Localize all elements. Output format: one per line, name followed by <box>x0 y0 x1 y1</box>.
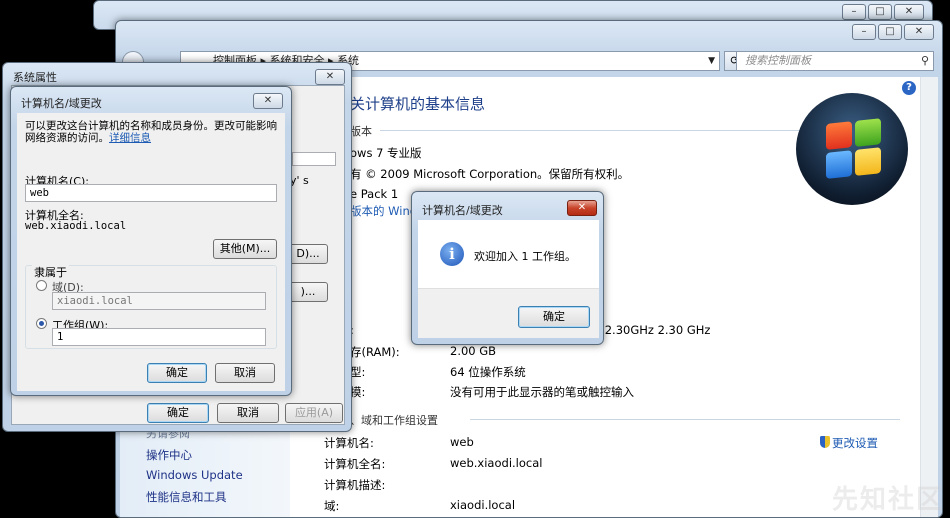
dialog-title: 计算机名/域更改 <box>422 204 503 217</box>
domain-radio[interactable] <box>36 280 47 291</box>
field <box>292 152 336 166</box>
edition-section-label: 版本 <box>350 125 372 138</box>
ok-button[interactable]: 确定 <box>518 306 590 328</box>
description-label: 计算机描述: <box>324 478 386 492</box>
ok-button[interactable]: 确定 <box>147 363 207 383</box>
member-of-group: 隶属于 域(D): xiaodi.local 工作组(W): 1 <box>25 264 277 349</box>
dialog-body: 可以更改这台计算机的名称和成员身份。更改可能影响网络资源的访问。详细信息 计算机… <box>17 113 285 391</box>
computer-name-label: 计算机名: <box>324 436 374 450</box>
welcome-message: 欢迎加入 1 工作组。 <box>474 250 576 263</box>
close-button[interactable]: ✕ <box>894 4 924 20</box>
action-center-link[interactable]: 操作中心 <box>146 447 192 463</box>
workgroup-field[interactable]: 1 <box>52 328 266 346</box>
performance-link[interactable]: 性能信息和工具 <box>146 489 227 505</box>
divider <box>470 419 900 420</box>
ram-value: 2.00 GB <box>450 344 497 358</box>
more-features-link[interactable]: 版本的 Wind <box>350 203 417 219</box>
computer-name-field[interactable]: web <box>25 184 277 202</box>
description-text: 可以更改这台计算机的名称和成员身份。更改可能影响网络资源的访问。详细信息 <box>25 120 277 144</box>
window-controls: – □ ✕ <box>842 4 924 20</box>
full-name-value: web.xiaodi.local <box>25 220 127 232</box>
page-title: 关计算机的基本信息 <box>350 95 486 113</box>
full-name-label: 计算机全名: <box>324 457 386 471</box>
close-button[interactable]: ✕ <box>904 24 934 40</box>
watermark: 先知社区 <box>831 485 944 515</box>
edition-text: ows 7 专业版 <box>350 146 422 160</box>
search-input[interactable]: 搜索控制面板 ⚲ <box>736 51 934 71</box>
pen-label: 摸: <box>350 385 366 399</box>
dialog-body: i 欢迎加入 1 工作组。 确定 <box>418 220 599 338</box>
ok-button[interactable]: 确定 <box>147 403 209 423</box>
full-name-value: web.xiaodi.local <box>450 456 543 470</box>
details-link[interactable]: 详细信息 <box>109 132 151 144</box>
windows-logo <box>796 93 908 205</box>
change-button[interactable]: )... <box>288 282 328 302</box>
partial-text: y' s <box>290 174 309 187</box>
dialog-title: 计算机名/域更改 <box>21 97 102 110</box>
domain-value: xiaodi.local <box>450 498 516 512</box>
dropdown-arrow-icon[interactable]: ▼ <box>708 52 715 70</box>
more-button[interactable]: 其他(M)... <box>213 239 277 259</box>
window-controls: – □ ✕ <box>852 24 934 40</box>
computer-name-value: web <box>450 435 474 449</box>
close-button[interactable]: ✕ <box>315 69 345 85</box>
dialog-title: 系统属性 <box>13 71 57 84</box>
main-pane: 关计算机的基本信息 版本 ows 7 专业版 有 © 2009 Microsof… <box>290 77 920 517</box>
help-icon[interactable]: ? <box>902 81 916 95</box>
service-pack-text: e Pack 1 <box>350 187 399 201</box>
scrollbar[interactable] <box>920 77 938 517</box>
welcome-message-dialog: 计算机名/域更改 ✕ i 欢迎加入 1 工作组。 确定 <box>411 191 604 345</box>
apply-button[interactable]: 应用(A) <box>285 403 343 423</box>
maximize-button[interactable]: □ <box>878 24 902 40</box>
ram-label: 存(RAM): <box>350 345 400 359</box>
close-button[interactable]: ✕ <box>567 200 597 216</box>
computer-name-dialog: 计算机名/域更改 ✕ 可以更改这台计算机的名称和成员身份。更改可能影响网络资源的… <box>10 86 292 396</box>
pen-value: 没有可用于此显示器的笔或触控输入 <box>450 385 634 399</box>
domain-label: 域: <box>324 499 340 513</box>
copyright-text: 有 © 2009 Microsoft Corporation。保留所有权利。 <box>350 167 630 181</box>
minimize-button[interactable]: – <box>842 4 866 20</box>
network-id-button[interactable]: D)... <box>288 244 328 264</box>
maximize-button[interactable]: □ <box>868 4 892 20</box>
type-value: 64 位操作系统 <box>450 365 526 379</box>
domain-section-label: 、域和工作组设置 <box>350 414 438 427</box>
windows-update-link[interactable]: Windows Update <box>146 468 243 482</box>
cancel-button[interactable]: 取消 <box>215 363 275 383</box>
change-settings-link[interactable]: 更改设置 <box>820 435 878 451</box>
workgroup-radio[interactable] <box>36 318 47 329</box>
shield-icon <box>820 436 830 448</box>
type-label: 型: <box>350 365 366 379</box>
cancel-button[interactable]: 取消 <box>217 403 279 423</box>
search-icon[interactable]: ⚲ <box>921 52 929 70</box>
close-button[interactable]: ✕ <box>253 93 283 109</box>
domain-field[interactable]: xiaodi.local <box>52 292 266 310</box>
minimize-button[interactable]: – <box>852 24 876 40</box>
info-icon: i <box>440 242 464 266</box>
member-of-label: 隶属于 <box>32 264 69 280</box>
